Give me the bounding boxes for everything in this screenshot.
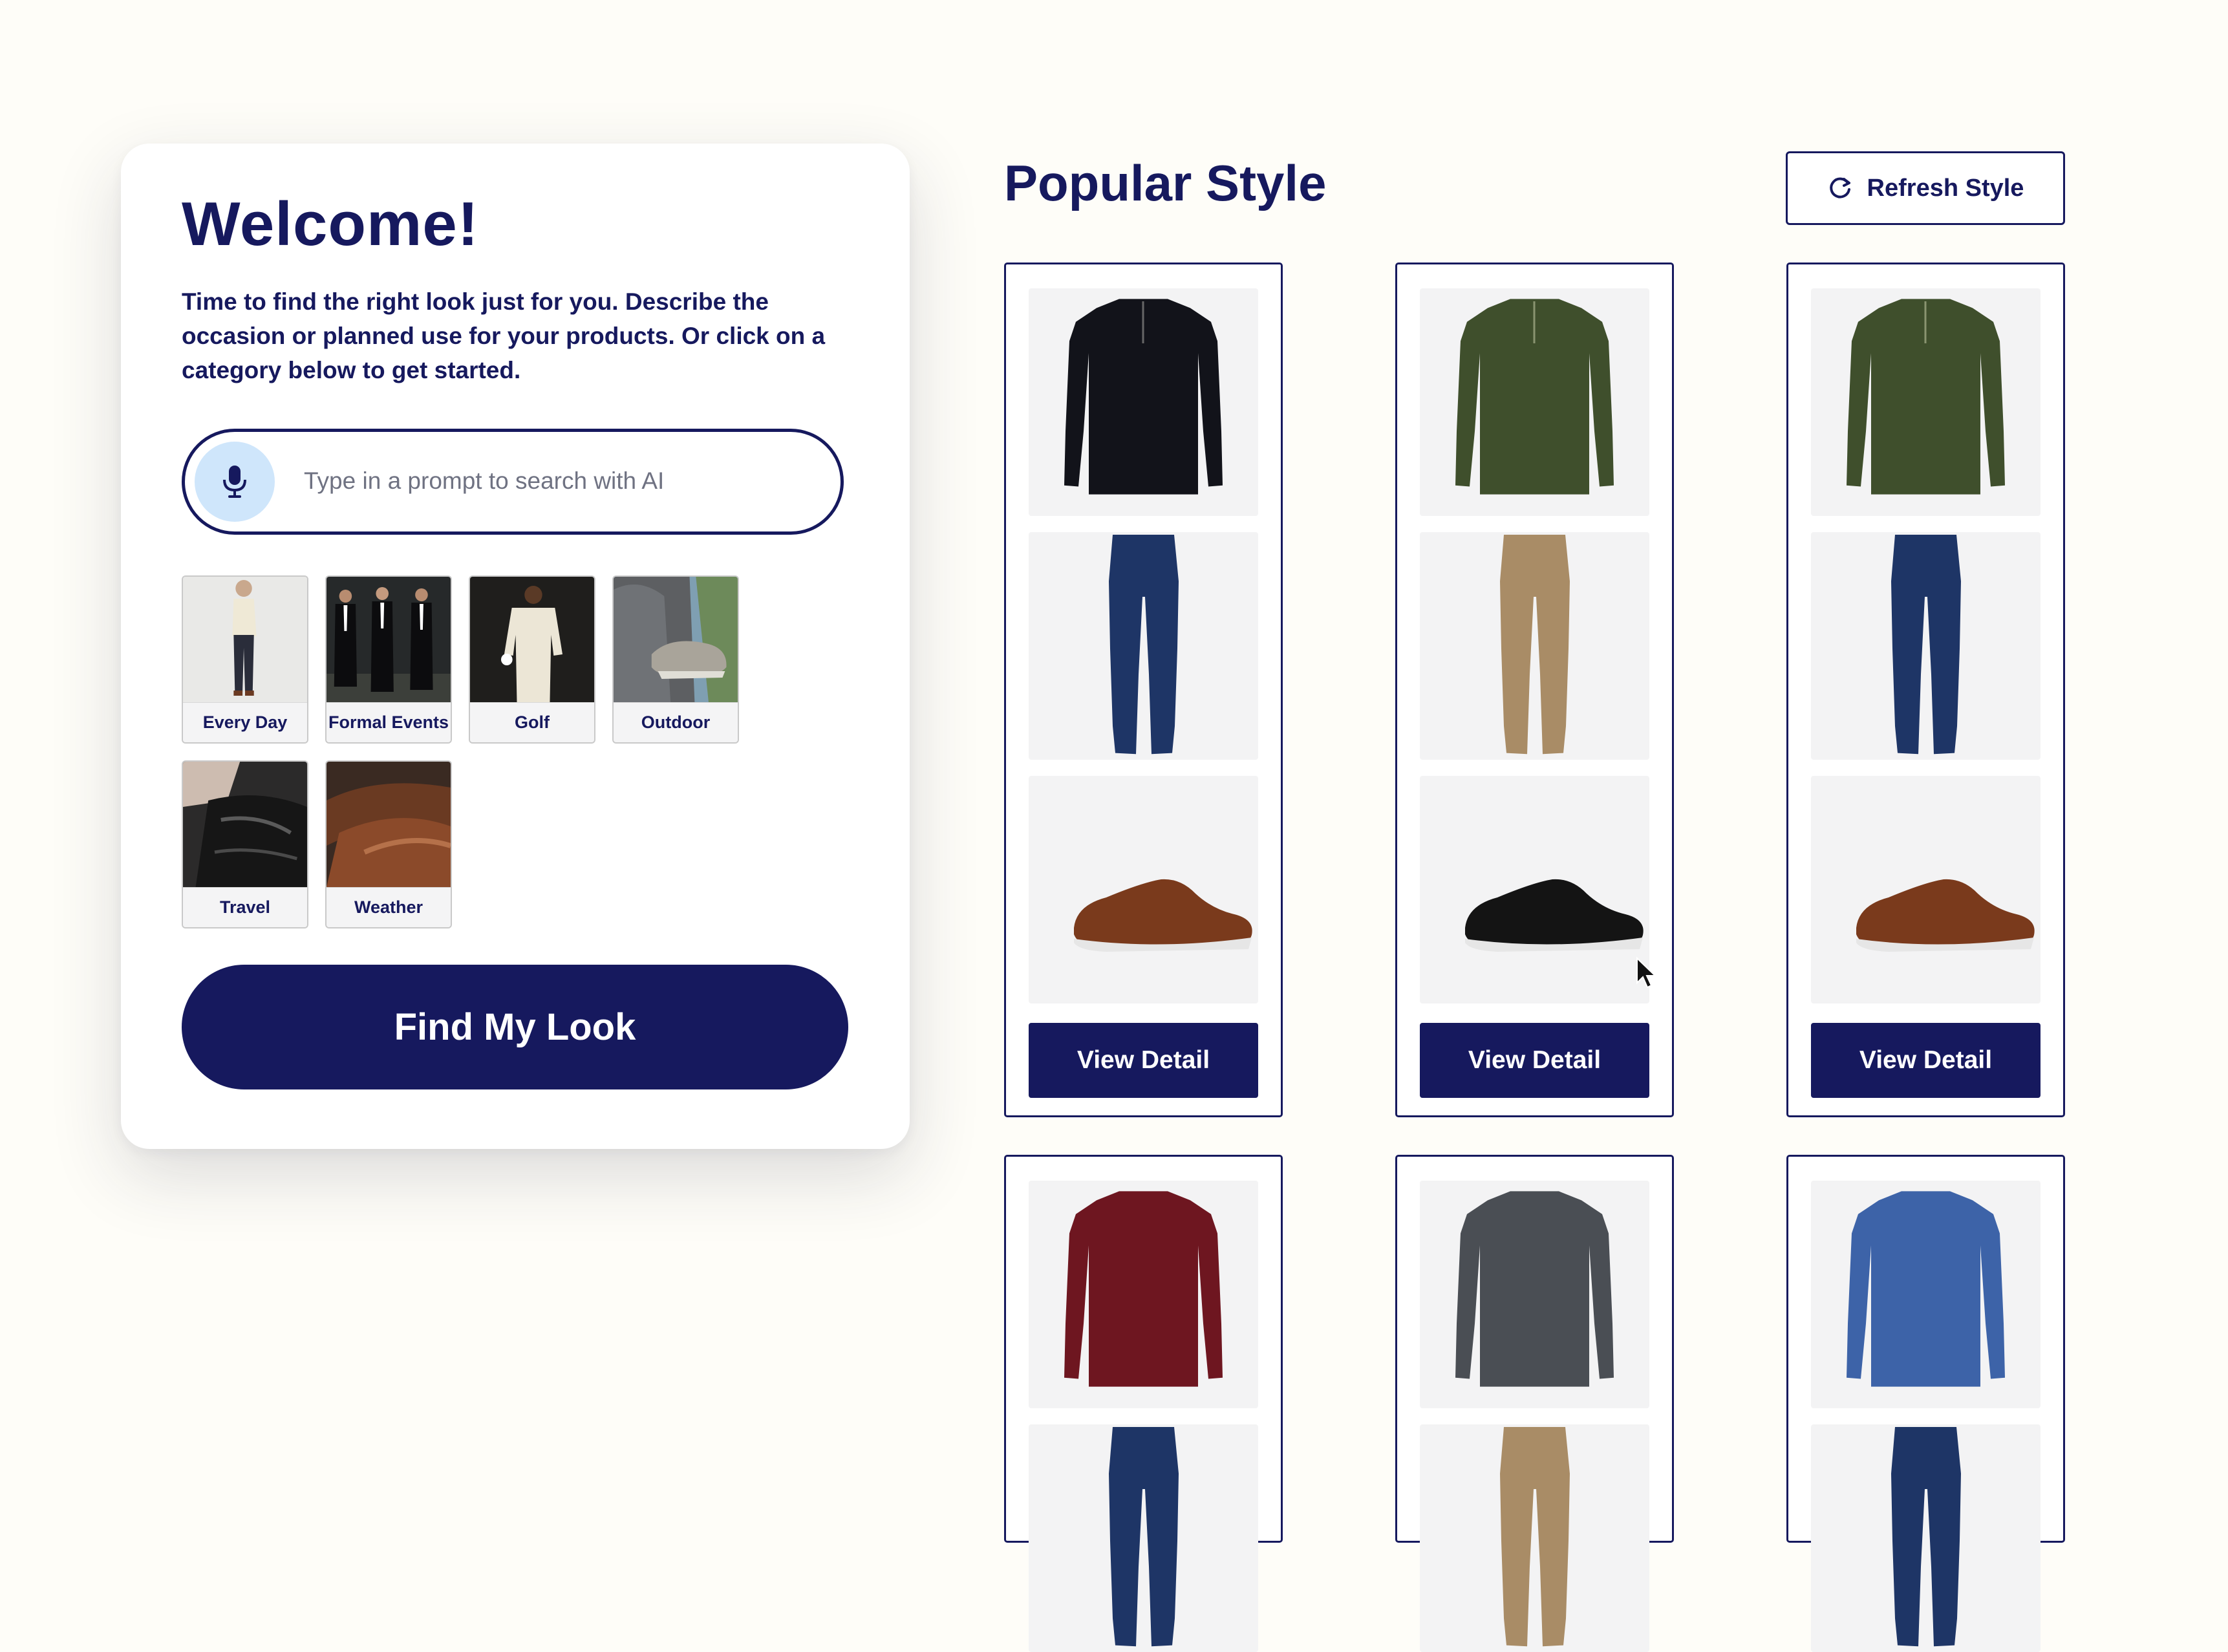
category-label: Weather — [327, 887, 451, 927]
find-my-look-button[interactable]: Find My Look — [182, 965, 848, 1089]
welcome-description: Time to find the right look just for you… — [182, 288, 826, 383]
weather-image — [327, 762, 451, 887]
popular-style-title: Popular Style — [1004, 155, 1327, 211]
category-label: Golf — [470, 702, 594, 742]
ai-search-box — [182, 429, 844, 535]
category-tile-golf[interactable]: Golf — [469, 575, 595, 744]
product-bottom-image[interactable] — [1811, 532, 2041, 760]
blue-jeans-image — [1891, 1427, 1961, 1647]
blue-jeans-image — [1891, 535, 1961, 755]
every-day-image — [183, 577, 307, 702]
category-tile-every-day[interactable]: Every Day — [182, 575, 308, 744]
product-top-image[interactable] — [1420, 1181, 1649, 1408]
product-shoes-image[interactable] — [1420, 776, 1649, 1003]
refresh-style-button[interactable]: Refresh Style — [1786, 151, 2065, 225]
category-label: Outdoor — [614, 702, 738, 742]
outfit-card — [1786, 1155, 2065, 1652]
microphone-button[interactable] — [195, 442, 275, 522]
khaki-chinos-image — [1500, 1427, 1570, 1647]
outfit-card: View Detail — [1395, 263, 1674, 1117]
category-tile-formal-events[interactable]: Formal Events — [325, 575, 452, 744]
olive-sweater-image — [1847, 299, 2005, 495]
product-bottom-image[interactable] — [1029, 1424, 1258, 1652]
product-shoes-image[interactable] — [1811, 776, 2041, 1003]
black-sweater-image — [1064, 299, 1223, 495]
travel-image — [183, 762, 307, 887]
product-top-image[interactable] — [1811, 288, 2041, 516]
category-label: Formal Events — [327, 702, 451, 742]
khaki-chinos-image — [1500, 535, 1570, 755]
welcome-card: Welcome! Time to find the right look jus… — [121, 144, 910, 1149]
product-top-image[interactable] — [1420, 288, 1649, 516]
view-detail-button[interactable]: View Detail — [1029, 1023, 1258, 1098]
blue-jeans-image — [1109, 1427, 1179, 1647]
product-bottom-image[interactable] — [1420, 532, 1649, 760]
category-tile-weather[interactable]: Weather — [325, 760, 452, 928]
ai-prompt-input[interactable] — [303, 458, 822, 504]
category-tile-outdoor[interactable]: Outdoor — [612, 575, 739, 744]
outfit-card — [1004, 1155, 1283, 1652]
view-detail-button[interactable]: View Detail — [1420, 1023, 1649, 1098]
mouse-cursor-icon — [1636, 957, 1657, 989]
product-shoes-image[interactable] — [1029, 776, 1258, 1003]
refresh-icon — [1829, 177, 1850, 198]
category-label: Every Day — [183, 702, 307, 742]
welcome-title: Welcome! — [182, 189, 479, 259]
product-bottom-image[interactable] — [1420, 1424, 1649, 1652]
product-top-image[interactable] — [1029, 288, 1258, 516]
olive-sweater-image — [1455, 299, 1614, 495]
black-oxford-image — [1465, 879, 1644, 952]
brown-oxford-image — [1856, 879, 2035, 952]
blue-sweater-image — [1847, 1191, 2005, 1387]
product-bottom-image[interactable] — [1029, 532, 1258, 760]
blue-jeans-image — [1109, 535, 1179, 755]
category-label: Travel — [183, 887, 307, 927]
charcoal-sweater-image — [1455, 1191, 1614, 1387]
product-top-image[interactable] — [1029, 1181, 1258, 1408]
outfit-card: View Detail — [1004, 263, 1283, 1117]
view-detail-button[interactable]: View Detail — [1811, 1023, 2041, 1098]
product-bottom-image[interactable] — [1811, 1424, 2041, 1652]
brown-oxford-image — [1074, 879, 1252, 952]
microphone-icon — [223, 466, 246, 498]
outfit-card: View Detail — [1786, 263, 2065, 1117]
product-top-image[interactable] — [1811, 1181, 2041, 1408]
refresh-style-label: Refresh Style — [1867, 174, 2024, 202]
formal-events-image — [327, 577, 451, 702]
golf-image — [470, 577, 594, 702]
burgundy-sweater-image — [1064, 1191, 1223, 1387]
outfit-card — [1395, 1155, 1674, 1652]
outdoor-image — [614, 577, 738, 702]
category-tile-travel[interactable]: Travel — [182, 760, 308, 928]
